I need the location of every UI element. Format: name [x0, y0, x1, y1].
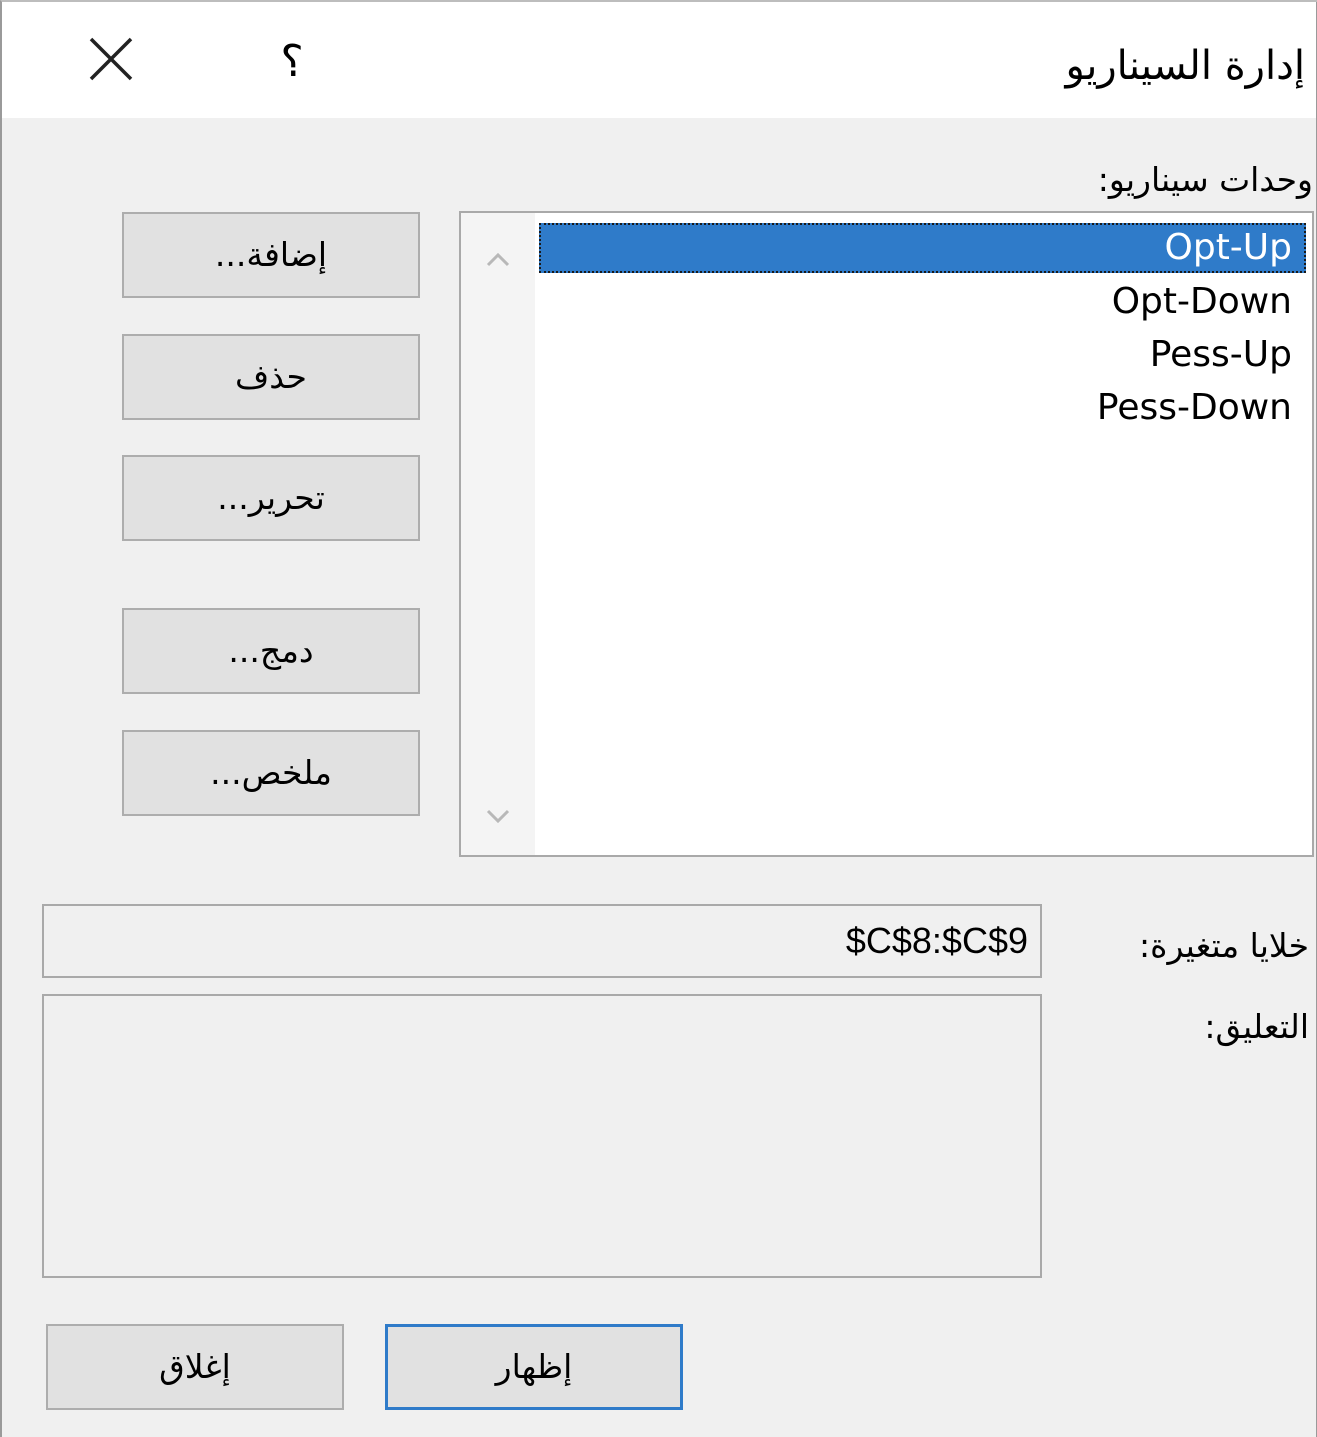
close-icon [89, 37, 133, 81]
merge-button[interactable]: دمج... [122, 608, 420, 694]
scenario-item-opt-down[interactable]: Opt-Down [1112, 277, 1292, 327]
changing-cells-value: $C$8:$C$9 [845, 920, 1028, 961]
chevron-up-icon[interactable] [481, 243, 515, 277]
dialog-title: إدارة السيناريو [1065, 43, 1305, 89]
comment-label: التعليق: [1204, 1007, 1309, 1046]
scenario-item-pess-up[interactable]: Pess-Up [1150, 330, 1292, 380]
scenario-item-pess-down[interactable]: Pess-Down [1097, 383, 1292, 433]
help-button[interactable]: ؟ [264, 32, 320, 92]
comment-field [42, 994, 1042, 1278]
scenario-item-opt-up[interactable]: Opt-Up [539, 223, 1306, 273]
scenarios-label: وحدات سيناريو: [1097, 160, 1313, 199]
chevron-down-icon[interactable] [481, 799, 515, 833]
show-button[interactable]: إظهار [385, 1324, 683, 1410]
scenario-manager-dialog: إدارة السيناريو ؟ وحدات سيناريو: Opt-Up … [0, 0, 1317, 1437]
delete-button[interactable]: حذف [122, 334, 420, 420]
changing-cells-label: خلايا متغيرة: [1139, 926, 1309, 965]
changing-cells-field: $C$8:$C$9 [42, 904, 1042, 978]
summary-button[interactable]: ملخص... [122, 730, 420, 816]
listbox-scrollbar[interactable] [461, 213, 535, 855]
close-dialog-button[interactable]: إغلاق [46, 1324, 344, 1410]
title-bar: إدارة السيناريو ؟ [2, 2, 1317, 118]
edit-button[interactable]: تحرير... [122, 455, 420, 541]
close-button[interactable] [76, 24, 146, 94]
add-button[interactable]: إضافة... [122, 212, 420, 298]
scenarios-listbox[interactable]: Opt-Up Opt-Down Pess-Up Pess-Down [459, 211, 1314, 857]
